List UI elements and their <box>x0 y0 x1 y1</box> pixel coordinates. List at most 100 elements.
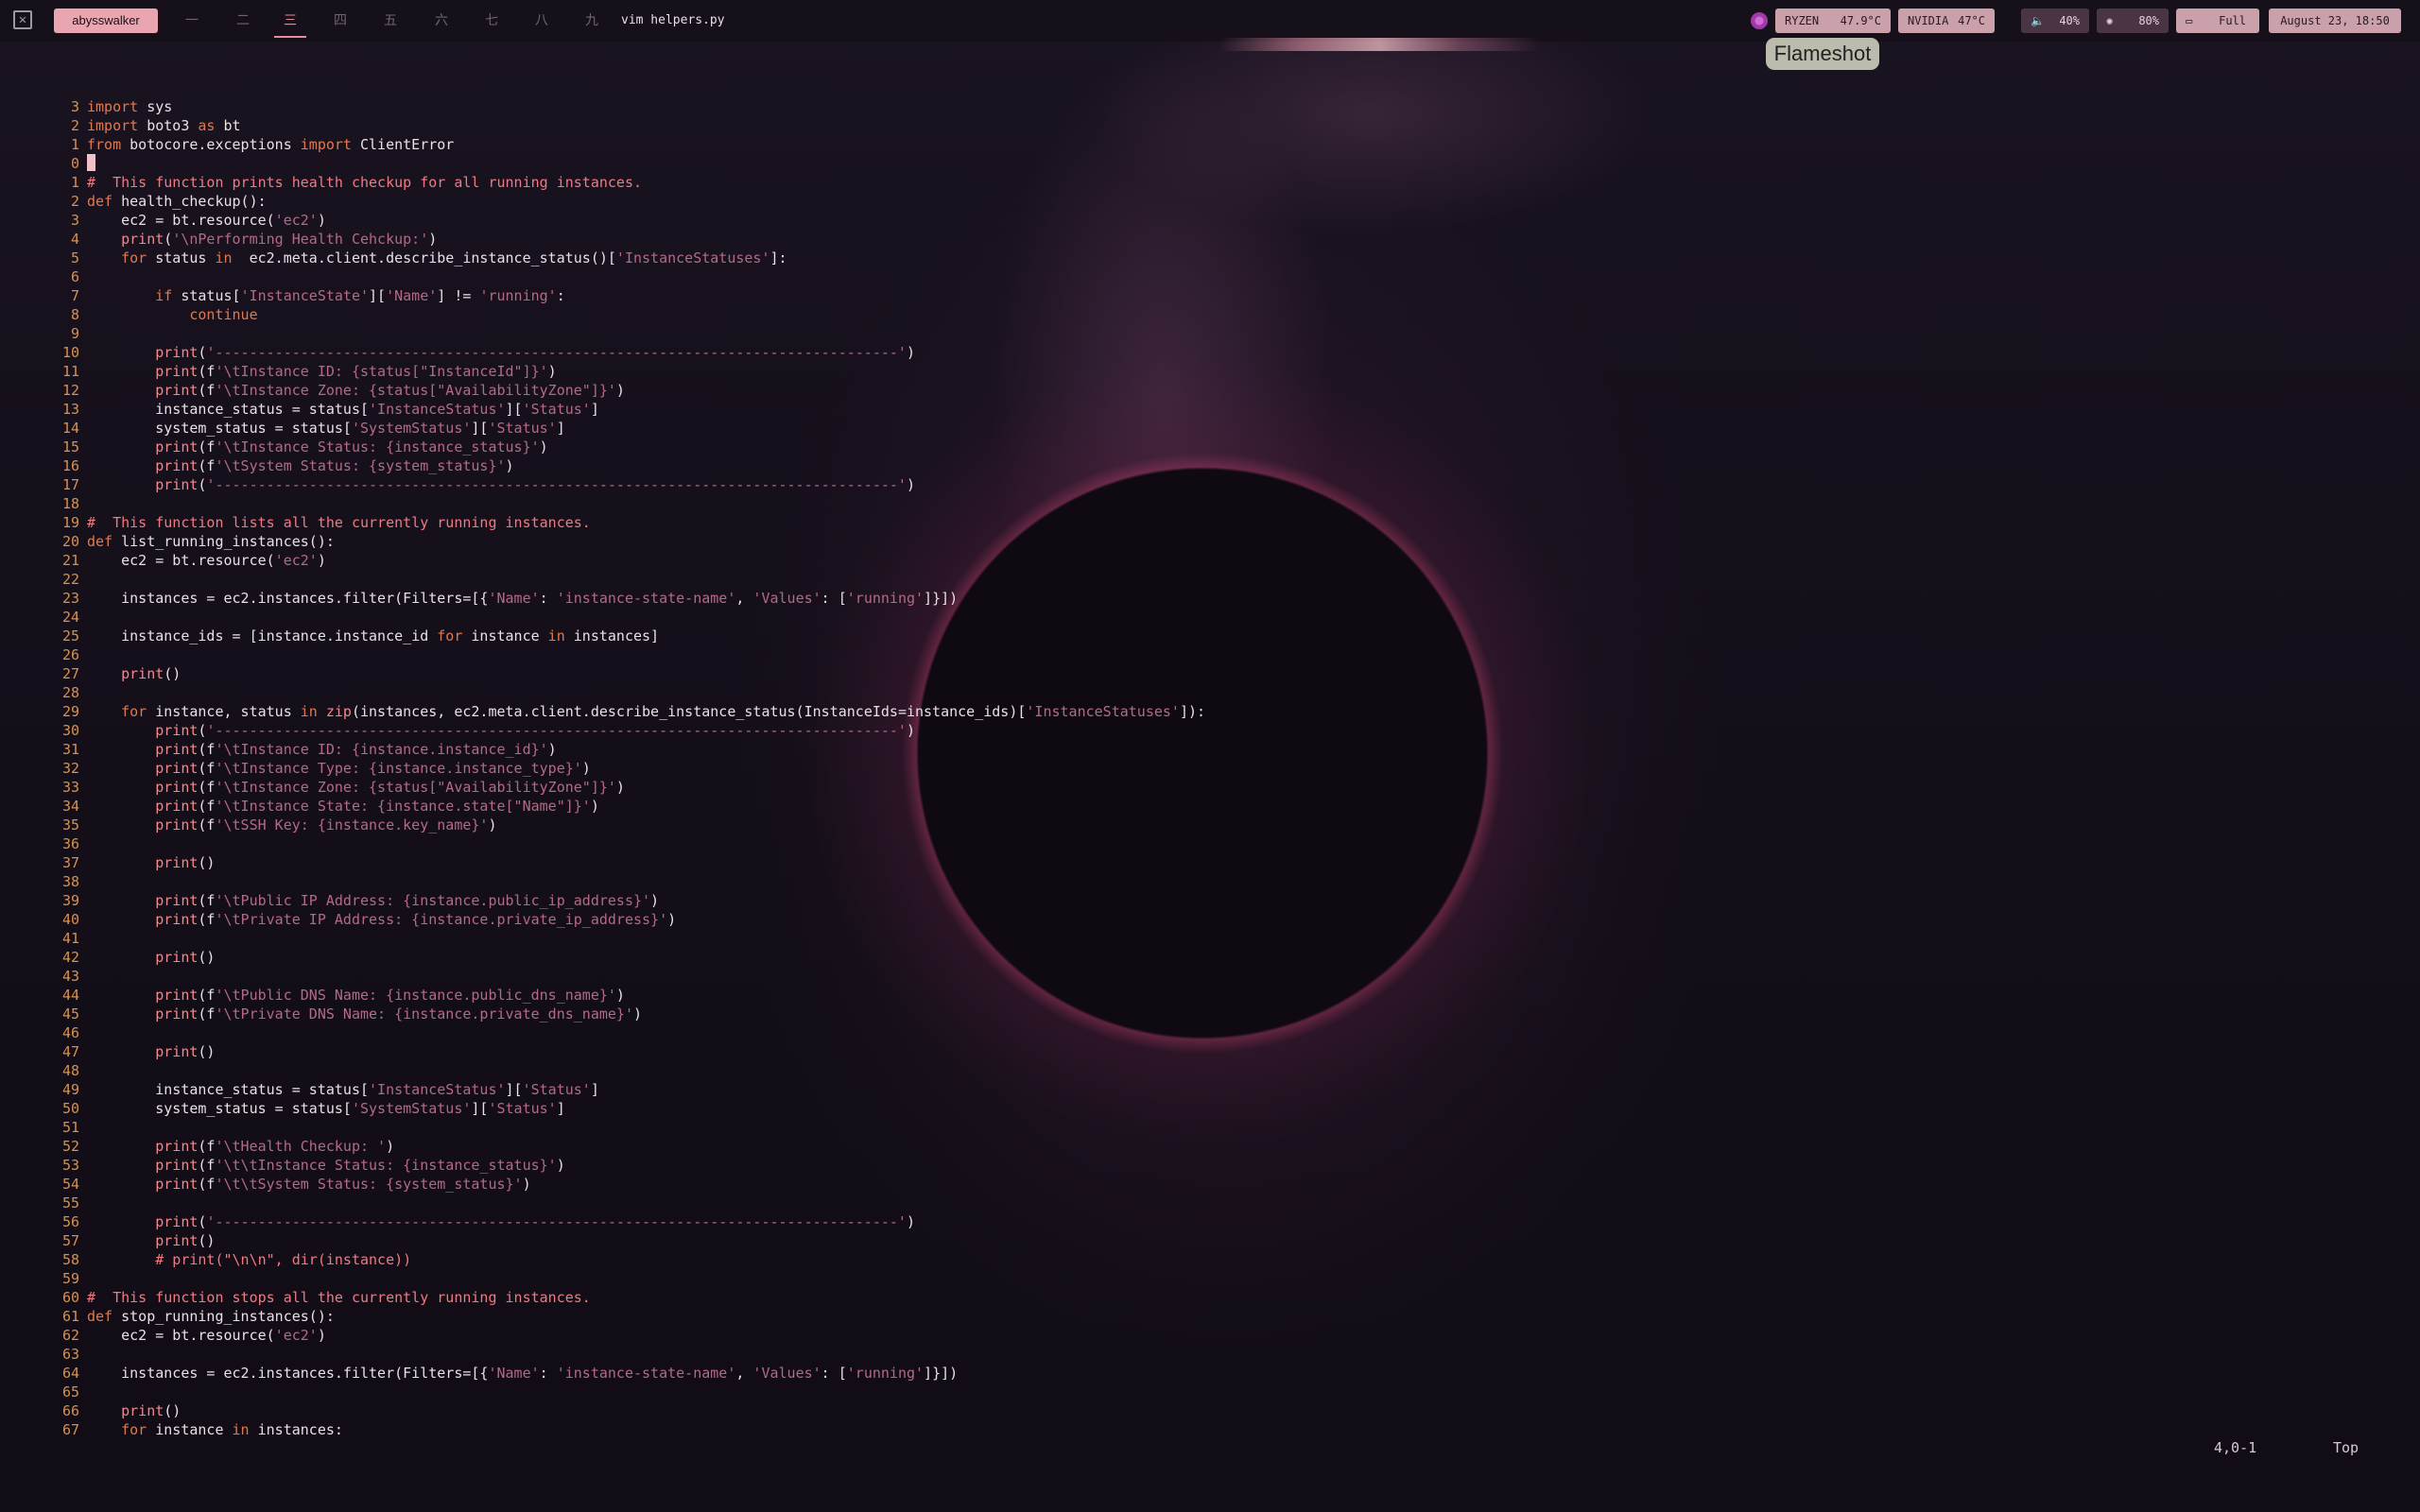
gpu-label: NVIDIA <box>1908 14 1949 27</box>
code-line[interactable]: for instance, status in zip(instances, e… <box>87 702 1205 721</box>
code-line[interactable]: print(f'\tInstance ID: {status["Instance… <box>87 362 556 381</box>
code-line[interactable]: print(f'\tInstance Status: {instance_sta… <box>87 438 547 456</box>
code-line[interactable]: import boto3 as bt <box>87 116 241 135</box>
code-line[interactable]: print() <box>87 1231 215 1250</box>
code-line[interactable]: print(f'\t\tSystem Status: {system_statu… <box>87 1175 530 1194</box>
cursor-position: 4,0-1 <box>2214 1439 2257 1456</box>
code-line[interactable]: system_status = status['SystemStatus']['… <box>87 419 565 438</box>
line-number: 39 <box>61 892 79 909</box>
code-line[interactable]: def list_running_instances(): <box>87 532 335 551</box>
workspace-8[interactable]: 八 <box>526 8 558 36</box>
code-line[interactable]: def stop_running_instances(): <box>87 1307 335 1326</box>
text-cursor <box>87 154 95 171</box>
code-line[interactable]: instances = ec2.instances.filter(Filters… <box>87 589 958 608</box>
line-number: 28 <box>61 684 79 701</box>
line-number: 32 <box>61 760 79 777</box>
workspace-2[interactable]: 二 <box>227 8 259 36</box>
code-line[interactable]: print(f'\tSystem Status: {system_status}… <box>87 456 513 475</box>
workspace-5[interactable]: 五 <box>374 8 406 36</box>
code-line[interactable]: from botocore.exceptions import ClientEr… <box>87 135 454 154</box>
code-line[interactable]: for instance in instances: <box>87 1420 343 1439</box>
line-number: 35 <box>61 816 79 833</box>
code-line[interactable]: print('---------------------------------… <box>87 343 915 362</box>
workspace-4[interactable]: 四 <box>324 8 356 36</box>
line-number: 64 <box>61 1365 79 1382</box>
line-number: 25 <box>61 627 79 644</box>
line-number: 7 <box>70 287 79 304</box>
line-number: 31 <box>61 741 79 758</box>
line-number: 1 <box>70 174 79 191</box>
window-title: vim helpers.py <box>621 13 725 27</box>
code-line[interactable]: print(f'\tPrivate IP Address: {instance.… <box>87 910 676 929</box>
line-number: 8 <box>70 306 79 323</box>
code-line[interactable]: ec2 = bt.resource('ec2') <box>87 1326 326 1345</box>
line-number: 67 <box>61 1421 79 1438</box>
code-line[interactable]: print() <box>87 948 215 967</box>
code-line[interactable]: print('---------------------------------… <box>87 475 915 494</box>
code-line[interactable]: print('---------------------------------… <box>87 1212 915 1231</box>
brightness-widget[interactable]: ✺ 80% <box>2097 9 2169 33</box>
line-number: 36 <box>61 835 79 852</box>
code-line[interactable]: instance_status = status['InstanceStatus… <box>87 1080 599 1099</box>
code-line[interactable]: print() <box>87 1401 181 1420</box>
line-number: 23 <box>61 590 79 607</box>
workspace-6[interactable]: 六 <box>425 8 458 36</box>
line-number: 40 <box>61 911 79 928</box>
clock-widget[interactable]: August 23, 18:50 <box>2269 9 2401 33</box>
code-line[interactable]: import sys <box>87 97 172 116</box>
code-line[interactable]: ec2 = bt.resource('ec2') <box>87 211 326 230</box>
code-line[interactable]: print('\nPerforming Health Cehckup:') <box>87 230 437 249</box>
line-number: 15 <box>61 438 79 455</box>
code-line[interactable]: print() <box>87 1042 215 1061</box>
code-line[interactable]: instance_ids = [instance.instance_id for… <box>87 627 659 645</box>
code-line[interactable]: print(f'\tInstance Zone: {status["Availa… <box>87 381 625 400</box>
workspace-1[interactable]: 一 <box>176 8 208 36</box>
code-line[interactable]: continue <box>87 305 257 324</box>
code-line[interactable]: print('---------------------------------… <box>87 721 915 740</box>
code-line[interactable]: print(f'\tHealth Checkup: ') <box>87 1137 394 1156</box>
line-number: 3 <box>70 212 79 229</box>
line-number: 47 <box>61 1043 79 1060</box>
line-number: 18 <box>61 495 79 512</box>
code-line[interactable]: if status['InstanceState']['Name'] != 'r… <box>87 286 565 305</box>
code-line[interactable]: # This function stops all the currently … <box>87 1288 591 1307</box>
code-line[interactable]: for status in ec2.meta.client.describe_i… <box>87 249 786 267</box>
code-line[interactable]: # print("\n\n", dir(instance)) <box>87 1250 411 1269</box>
code-line[interactable]: def health_checkup(): <box>87 192 267 211</box>
code-line[interactable]: print() <box>87 853 215 872</box>
workspace-9[interactable]: 九 <box>576 8 608 36</box>
code-line[interactable]: print(f'\tInstance State: {instance.stat… <box>87 797 599 816</box>
code-line[interactable]: print(f'\tInstance Type: {instance.insta… <box>87 759 591 778</box>
scroll-indicator: Top <box>2333 1439 2360 1456</box>
code-line[interactable]: # This function prints health checkup fo… <box>87 173 642 192</box>
code-line[interactable]: print() <box>87 664 181 683</box>
code-line[interactable]: print(f'\tInstance Zone: {status["Availa… <box>87 778 625 797</box>
code-line[interactable]: # This function lists all the currently … <box>87 513 591 532</box>
cpu-label: RYZEN <box>1785 14 1820 27</box>
user-pill[interactable]: abysswalker <box>54 9 158 33</box>
code-line[interactable]: print(f'\t\tInstance Status: {instance_s… <box>87 1156 564 1175</box>
code-line[interactable]: instances = ec2.instances.filter(Filters… <box>87 1364 958 1383</box>
code-line[interactable]: print(f'\tInstance ID: {instance.instanc… <box>87 740 556 759</box>
workspace-3[interactable]: 三 <box>274 8 306 38</box>
line-number: 55 <box>61 1194 79 1211</box>
code-line[interactable]: print(f'\tSSH Key: {instance.key_name}') <box>87 816 496 834</box>
workspace-7[interactable]: 七 <box>475 8 508 36</box>
app-tray-icon[interactable] <box>1751 12 1768 29</box>
code-line[interactable]: print(f'\tPrivate DNS Name: {instance.pr… <box>87 1005 642 1023</box>
code-line[interactable]: system_status = status['SystemStatus']['… <box>87 1099 565 1118</box>
volume-value: 40% <box>2059 14 2080 27</box>
code-line[interactable]: instance_status = status['InstanceStatus… <box>87 400 599 419</box>
line-number: 17 <box>61 476 79 493</box>
line-number: 45 <box>61 1005 79 1022</box>
launcher-icon[interactable]: ✕ <box>13 10 32 29</box>
line-number: 21 <box>61 552 79 569</box>
line-number: 63 <box>61 1346 79 1363</box>
line-number: 51 <box>61 1119 79 1136</box>
line-number: 26 <box>61 646 79 663</box>
code-line[interactable]: print(f'\tPublic IP Address: {instance.p… <box>87 891 659 910</box>
line-number: 52 <box>61 1138 79 1155</box>
volume-widget[interactable]: 🔈 40% <box>2021 9 2089 33</box>
code-line[interactable]: ec2 = bt.resource('ec2') <box>87 551 326 570</box>
code-line[interactable]: print(f'\tPublic DNS Name: {instance.pub… <box>87 986 625 1005</box>
